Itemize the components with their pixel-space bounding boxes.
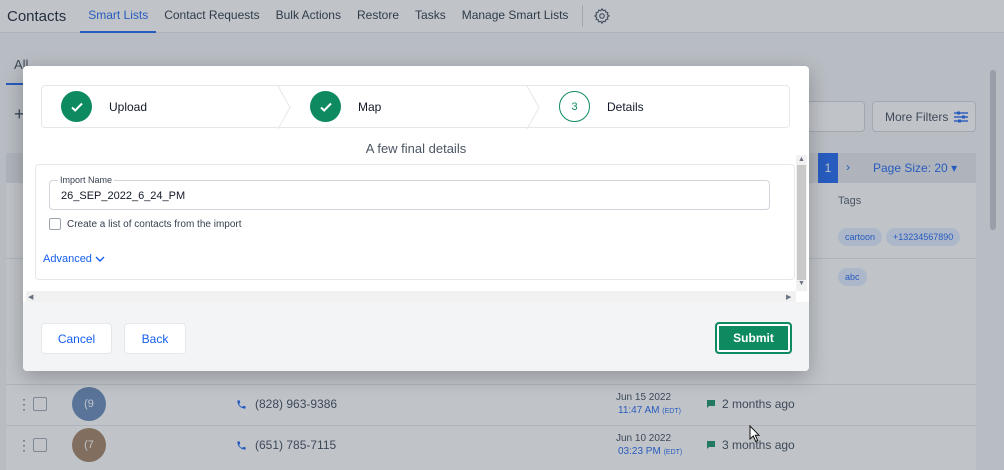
form-vertical-scroll-thumb[interactable] — [797, 165, 806, 280]
scroll-up-icon[interactable]: ▲ — [798, 156, 805, 163]
submit-button[interactable]: Submit — [715, 322, 792, 354]
create-list-label: Create a list of contacts from the impor… — [67, 219, 242, 230]
form-horizontal-scrollbar[interactable] — [26, 291, 796, 302]
import-name-value: 26_SEP_2022_6_24_PM — [61, 190, 186, 202]
step-map-complete — [310, 91, 341, 122]
step-details-label: Details — [607, 99, 644, 114]
step-separator — [526, 86, 540, 129]
mouse-cursor-icon — [749, 425, 761, 443]
check-icon — [70, 102, 83, 112]
step-details: 3 Details — [559, 86, 644, 127]
step-upload-label: Upload — [109, 99, 148, 114]
chevron-down-icon — [95, 256, 105, 262]
scroll-right-icon[interactable]: ▶ — [786, 293, 791, 301]
import-name-label: Import Name — [58, 175, 115, 185]
step-map-label: Map — [358, 99, 382, 114]
step-map: Map — [310, 86, 381, 127]
step-upload-complete — [61, 91, 92, 122]
step-separator — [277, 86, 291, 129]
step-details-number: 3 — [559, 91, 590, 122]
scroll-down-icon[interactable]: ▼ — [798, 280, 805, 287]
import-stepper: Upload Map 3 Details — [41, 85, 790, 129]
import-details-modal: Upload Map 3 Details A few final details… — [23, 66, 809, 371]
back-button[interactable]: Back — [124, 323, 186, 354]
step-upload: Upload — [61, 86, 147, 127]
advanced-toggle[interactable]: Advanced — [43, 253, 105, 265]
advanced-label: Advanced — [43, 253, 92, 265]
create-list-checkbox[interactable] — [49, 218, 61, 230]
modal-title: A few final details — [365, 141, 467, 156]
check-icon — [319, 102, 332, 112]
scroll-left-icon[interactable]: ◀ — [28, 293, 33, 301]
cancel-button[interactable]: Cancel — [41, 323, 112, 354]
